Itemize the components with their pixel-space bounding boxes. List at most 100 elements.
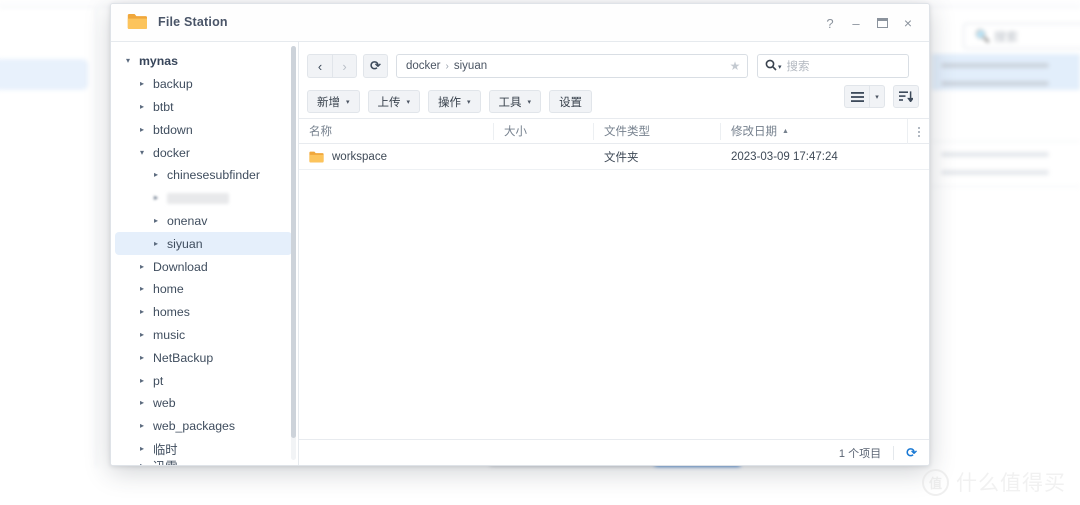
reload-button[interactable]: ⟳ — [363, 54, 388, 78]
tree-item-pt[interactable]: ▸ pt — [115, 369, 292, 392]
tree-item-label: homes — [153, 305, 190, 320]
toolbar-button-label: 操作 — [438, 96, 462, 109]
chevron-right-icon[interactable]: ▸ — [137, 262, 147, 271]
chevron-right-icon[interactable]: ▸ — [137, 399, 147, 407]
main-panel: ‹ › ⟳ docker › siyuan ★ ▾ 搜索 新增 ▾ 上传 ▾ 操… — [299, 42, 929, 465]
chevron-down-icon: ▾ — [346, 98, 350, 106]
chevron-right-icon[interactable]: ▸ — [137, 80, 147, 88]
back-button[interactable]: ‹ — [307, 54, 332, 78]
action-toolbar: 新增 ▾ 上传 ▾ 操作 ▾ 工具 ▾ 设置 ▾ — [299, 82, 929, 118]
tree-item-mynas[interactable]: ▾ mynas — [115, 50, 292, 73]
tree-item-siyuan[interactable]: ▸ siyuan — [115, 232, 292, 256]
window-title: File Station — [158, 15, 228, 29]
chevron-down-icon[interactable]: ▾ — [137, 148, 147, 157]
tree-item-label-redacted — [167, 192, 229, 204]
chevron-right-icon[interactable]: ▸ — [137, 285, 147, 293]
close-button[interactable]: × — [895, 10, 921, 36]
tree-item-label: Download — [153, 259, 208, 274]
history-buttons: ‹ › — [307, 54, 357, 78]
tree-item-backup[interactable]: ▸ backup — [115, 73, 292, 96]
tree-item-docker[interactable]: ▾ docker — [115, 141, 292, 164]
chevron-right-icon[interactable]: ▸ — [151, 171, 161, 179]
chevron-right-icon[interactable]: ▸ — [137, 125, 147, 134]
breadcrumb-item-docker[interactable]: docker — [406, 60, 441, 72]
tree-item-onenav[interactable]: ▸ onenav — [115, 210, 292, 233]
toolbar-button-2[interactable]: 操作 ▾ — [428, 90, 481, 113]
column-header-1[interactable]: 大小 — [494, 119, 594, 144]
tree-item-homes[interactable]: ▸ homes — [115, 301, 292, 324]
chevron-right-icon[interactable]: ▸ — [137, 330, 147, 339]
file-list-header: 名称 大小 文件类型 修改日期 ▲ — [299, 119, 929, 144]
chevron-right-icon[interactable]: ▸ — [137, 462, 147, 465]
background-text-bar — [941, 63, 1049, 68]
column-header-2[interactable]: 文件类型 — [594, 119, 721, 144]
tree-item-btbt[interactable]: ▸ btbt — [115, 96, 292, 119]
watermark-text: 什么值得买 — [956, 472, 1066, 495]
column-header-0[interactable]: 名称 — [299, 119, 494, 144]
tree-item-web_packages[interactable]: ▸ web_packages — [115, 415, 292, 438]
tree-item-chinesesubfinder[interactable]: ▸ chinesesubfinder — [115, 164, 292, 187]
chevron-right-icon[interactable]: ▸ — [151, 239, 161, 248]
toolbar-button-1[interactable]: 上传 ▾ — [367, 90, 421, 113]
background-text-bar — [941, 152, 1049, 157]
tree-item-label: 临时 — [153, 442, 178, 457]
background-text-bar — [941, 81, 1049, 86]
chevron-right-icon[interactable]: ▸ — [137, 376, 147, 385]
toolbar-button-4[interactable]: 设置 — [549, 90, 593, 113]
chevron-down-icon[interactable]: ▾ — [778, 63, 782, 71]
chevron-right-icon[interactable]: ▸ — [137, 353, 147, 362]
file-station-window: File Station ? – × ▾ mynas ▸ backup ▸ btbt ▸ bt… — [110, 3, 930, 466]
tree-item-music[interactable]: ▸ music — [115, 324, 292, 347]
screen: 🔍 搜索 File Station ? – × ▾ mynas ▸ backup… — [0, 0, 1080, 505]
maximize-button[interactable] — [869, 10, 895, 36]
refresh-icon[interactable]: ⟳ — [906, 445, 917, 461]
tree-item-NetBackup[interactable]: ▸ NetBackup — [115, 346, 292, 369]
status-divider — [893, 446, 895, 460]
breadcrumb-item-siyuan[interactable]: siyuan — [454, 60, 487, 72]
chevron-right-icon[interactable]: ▸ — [151, 216, 161, 225]
tree-item-label: backup — [153, 77, 193, 92]
tree-item-临时[interactable]: ▸ 临时 — [115, 438, 292, 461]
toolbar-button-0[interactable]: 新增 ▾ — [307, 90, 360, 113]
column-header-label: 文件类型 — [604, 126, 650, 138]
chevron-right-icon[interactable]: ▸ — [137, 444, 147, 453]
background-divider — [932, 186, 1080, 187]
tree-item-home[interactable]: ▸ home — [115, 278, 292, 301]
tree-item-迅雷[interactable]: ▸ 迅雷 — [115, 460, 292, 465]
column-header-label: 修改日期 — [731, 126, 777, 138]
toolbar-button-3[interactable]: 工具 ▾ — [488, 90, 542, 113]
breadcrumb-path-bar[interactable]: docker › siyuan ★ — [396, 54, 748, 78]
chevron-down-icon[interactable]: ▾ — [123, 57, 133, 65]
column-header-3[interactable]: 修改日期 ▲ — [721, 119, 881, 144]
minimize-button[interactable]: – — [843, 10, 869, 36]
list-view-icon[interactable] — [844, 85, 869, 108]
sort-descending-icon[interactable] — [893, 85, 919, 108]
table-row[interactable]: workspace 文件夹 2023-03-09 17:47:24 — [299, 144, 929, 170]
folder-tree-sidebar[interactable]: ▾ mynas ▸ backup ▸ btbt ▸ btdown ▾ docker ▸ chinese… — [111, 42, 299, 465]
tree-item-label: 迅雷 — [153, 460, 178, 465]
maximize-icon — [876, 18, 888, 28]
tree-item-label: pt — [153, 373, 164, 388]
tree-item-web[interactable]: ▸ web — [115, 392, 292, 415]
sidebar-scrollbar-thumb[interactable] — [291, 46, 296, 438]
search-input[interactable]: ▾ 搜索 — [757, 54, 909, 78]
chevron-right-icon[interactable]: ▸ — [137, 308, 147, 316]
view-options-chevron-down-icon[interactable]: ▾ — [869, 85, 885, 108]
chevron-right-icon[interactable]: ▸ — [137, 422, 147, 430]
background-search-placeholder: 搜索 — [994, 30, 1019, 44]
favorite-star-icon[interactable]: ★ — [724, 56, 746, 76]
help-button[interactable]: ? — [817, 10, 843, 36]
chevron-right-icon[interactable]: ▸ — [137, 102, 147, 111]
tree-item-redacted[interactable]: ▸ — [115, 187, 292, 210]
chevron-right-icon[interactable]: ▸ — [151, 194, 161, 202]
cell-name: workspace — [299, 144, 494, 170]
column-options-icon[interactable] — [907, 119, 929, 144]
toolbar-button-label: 新增 — [317, 96, 340, 109]
forward-button[interactable]: › — [332, 54, 357, 78]
file-name: workspace — [332, 150, 387, 163]
window-titlebar[interactable]: File Station ? – × — [111, 4, 929, 42]
tree-item-btdown[interactable]: ▸ btdown — [115, 118, 292, 141]
toolbar-button-label: 上传 — [377, 96, 401, 109]
tree-item-Download[interactable]: ▸ Download — [115, 255, 292, 278]
column-header-label: 大小 — [504, 126, 527, 138]
